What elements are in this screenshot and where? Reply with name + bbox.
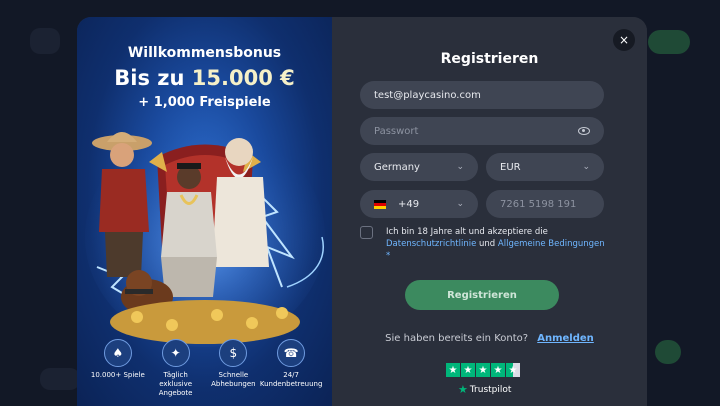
login-link[interactable]: Anmelden: [537, 333, 594, 344]
password-placeholder: Passwort: [374, 125, 419, 137]
star-icon: ★: [476, 363, 490, 377]
currency-value: EUR: [500, 161, 521, 173]
star-icon: ★: [461, 363, 475, 377]
trustpilot-star-icon: ★: [458, 383, 468, 396]
promo-spins: + 1,000 Freispiele: [138, 95, 271, 110]
gift-icon: ✦: [161, 339, 190, 367]
feature-list: ♠ 10.000+ Spiele ✦ Täglich exklusive Ang…: [77, 339, 332, 398]
cards-icon: ♠: [103, 339, 132, 367]
registration-form: × Registrieren test@playcasino.com Passw…: [332, 17, 647, 406]
background-tile: [40, 368, 80, 390]
chevron-down-icon: ⌄: [582, 162, 590, 172]
registration-modal: Willkommensbonus Bis zu 15.000 € + 1,000…: [77, 17, 647, 406]
feature-support: ☎ 24/7 Kundenbetreuung: [260, 339, 322, 398]
phone-placeholder: 7261 5198 191: [500, 198, 577, 210]
promo-illustration: [85, 127, 325, 347]
conditions-link[interactable]: Allgemeine Bedingungen: [498, 239, 605, 249]
phone-support-icon: ☎: [277, 339, 306, 367]
money-bag-icon: $: [219, 339, 248, 367]
terms-and: und: [479, 239, 496, 249]
star-icon: ★: [446, 363, 460, 377]
currency-select[interactable]: EUR ⌄: [486, 153, 604, 181]
promo-amount-value: 15.000 €: [191, 66, 295, 90]
feature-games: ♠ 10.000+ Spiele: [90, 339, 146, 398]
feature-label: 24/7 Kundenbetreuung: [259, 371, 323, 388]
background-chat: [655, 340, 681, 364]
feature-label: 10.000+ Spiele: [90, 371, 145, 379]
password-field[interactable]: Passwort: [360, 117, 604, 145]
terms-prefix: Ich bin 18 Jahre alt und akzeptiere die: [386, 227, 548, 237]
country-value: Germany: [374, 161, 420, 173]
country-select[interactable]: Germany ⌄: [360, 153, 478, 181]
terms-asterisk: *: [386, 251, 391, 261]
germany-flag-icon: [374, 199, 386, 209]
feature-label: Täglich exklusive Angebote: [158, 371, 193, 397]
trustpilot-logo[interactable]: ★ Trustpilot: [458, 383, 511, 396]
phone-code-wrap: +49: [374, 199, 419, 210]
terms-checkbox[interactable]: [360, 226, 373, 239]
background-button: [648, 30, 690, 54]
background-menu: [30, 28, 60, 54]
email-field[interactable]: test@playcasino.com: [360, 81, 604, 109]
chevron-down-icon: ⌄: [456, 199, 464, 209]
login-prompt: Sie haben bereits ein Konto? Anmelden: [332, 333, 647, 344]
feature-offers: ✦ Täglich exklusive Angebote: [148, 339, 204, 398]
login-question: Sie haben bereits ein Konto?: [385, 333, 529, 344]
star-icon: ★: [491, 363, 505, 377]
feature-withdrawals: $ Schnelle Abhebungen: [205, 339, 261, 398]
eye-icon[interactable]: [578, 127, 590, 135]
feature-label: Schnelle Abhebungen: [211, 371, 256, 388]
register-button-label: Registrieren: [447, 289, 517, 301]
close-button[interactable]: ×: [613, 29, 635, 51]
star-half-icon: ★: [506, 363, 520, 377]
chevron-down-icon: ⌄: [456, 162, 464, 172]
promo-panel: Willkommensbonus Bis zu 15.000 € + 1,000…: [77, 17, 332, 406]
promo-amount: Bis zu 15.000 €: [77, 66, 332, 90]
terms-text: Ich bin 18 Jahre alt und akzeptiere die …: [386, 226, 608, 262]
trustpilot-stars: ★ ★ ★ ★ ★: [446, 363, 520, 377]
phone-code-select[interactable]: +49 ⌄: [360, 190, 478, 218]
phone-code-value: +49: [398, 198, 420, 210]
form-title: Registrieren: [440, 51, 539, 67]
close-icon: ×: [618, 33, 630, 47]
privacy-link[interactable]: Datenschutzrichtlinie: [386, 239, 476, 249]
phone-field[interactable]: 7261 5198 191: [486, 190, 604, 218]
promo-amount-prefix: Bis zu: [114, 66, 185, 90]
promo-title: Willkommensbonus: [127, 45, 282, 61]
register-button[interactable]: Registrieren: [405, 280, 559, 310]
trustpilot-label: Trustpilot: [469, 384, 512, 395]
email-value: test@playcasino.com: [374, 89, 481, 101]
